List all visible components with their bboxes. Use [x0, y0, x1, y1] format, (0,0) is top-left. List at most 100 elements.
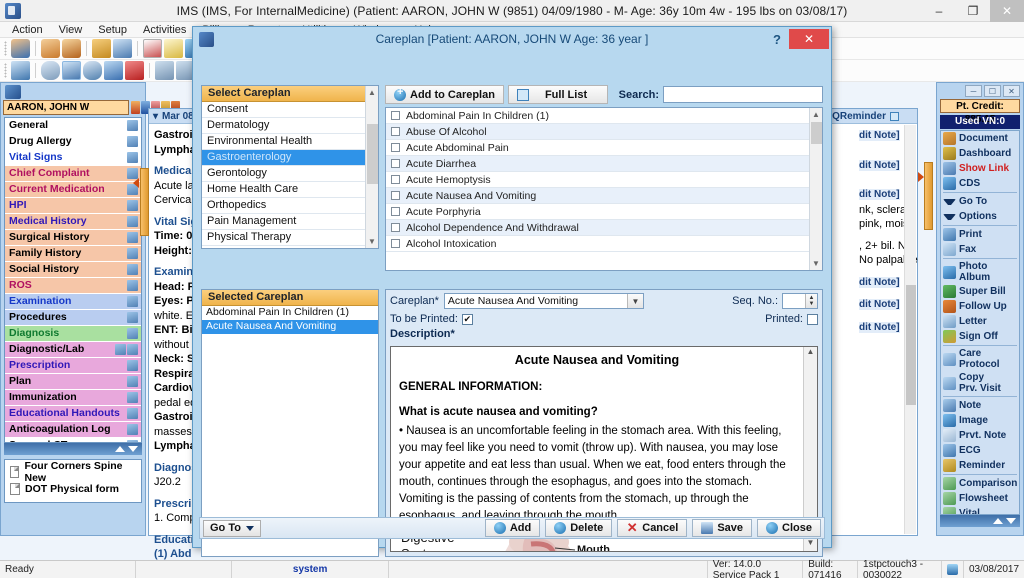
attachment-icon[interactable]: [115, 344, 126, 355]
right-item-care-protocol[interactable]: Care Protocol: [941, 347, 1019, 371]
heart-icon[interactable]: [125, 61, 144, 80]
chart-item-open-icon[interactable]: [127, 376, 138, 387]
inner-close-button[interactable]: ✕: [1003, 85, 1020, 97]
right-item-prvt-note[interactable]: Prvt. Note: [941, 428, 1019, 443]
select-careplan-list[interactable]: Consent Dermatology Environmental Health Ga…: [202, 102, 365, 248]
chart-item-surgical-history[interactable]: Surgical History: [5, 230, 141, 246]
scroll-down-icon[interactable]: ▼: [810, 257, 822, 270]
scroll-up-icon[interactable]: [993, 518, 1003, 524]
scroll-down-icon[interactable]: [128, 446, 138, 452]
right-item-reminder[interactable]: Reminder: [941, 458, 1019, 473]
chart-item-open-icon[interactable]: [127, 264, 138, 275]
careplan-checklist[interactable]: Abdominal Pain In Children (1) Abuse Of A…: [385, 107, 823, 271]
seq-no-stepper[interactable]: ▲ ▼: [782, 293, 818, 309]
right-item-cds[interactable]: CDS: [941, 176, 1019, 191]
scroll-up-icon[interactable]: [115, 446, 125, 452]
chart-item-ros[interactable]: ROS: [5, 278, 141, 294]
chart-item-examination[interactable]: Examination: [5, 294, 141, 310]
checklist-row[interactable]: Acute Hemoptysis: [386, 172, 809, 188]
chart-item-hpi[interactable]: HPI: [5, 198, 141, 214]
right-item-letter[interactable]: Letter: [941, 314, 1019, 329]
right-item-super-bill[interactable]: Super Bill: [941, 284, 1019, 299]
inner-minimize-button[interactable]: ─: [965, 85, 982, 97]
chart-item-open-icon[interactable]: [127, 392, 138, 403]
chart-item-open-icon[interactable]: [127, 408, 138, 419]
checkbox[interactable]: [391, 111, 400, 120]
status-tray-icon[interactable]: [942, 561, 964, 578]
right-item-comparison[interactable]: Comparison: [941, 476, 1019, 491]
chevron-down-icon[interactable]: ▼: [626, 294, 643, 308]
scroll-down-icon[interactable]: ▼: [804, 538, 817, 551]
scroll-thumb[interactable]: [811, 122, 822, 144]
add-patient-icon[interactable]: [41, 39, 60, 58]
right-list-scroller[interactable]: [940, 515, 1020, 527]
checkbox[interactable]: [391, 143, 400, 152]
chart-item-vital-signs[interactable]: Vital Signs: [5, 150, 141, 166]
right-item-note[interactable]: Note: [941, 398, 1019, 413]
checklist-row[interactable]: Abdominal Pain In Children (1): [386, 108, 809, 124]
chart-item-open-icon[interactable]: [127, 136, 138, 147]
prescription-icon[interactable]: [143, 39, 162, 58]
left-slide-tab[interactable]: [140, 168, 149, 236]
right-item-copy-prv-visit[interactable]: Copy Prv. Visit: [941, 371, 1019, 395]
careplan-category-home-health-care[interactable]: Home Health Care: [202, 182, 365, 198]
add-to-careplan-button[interactable]: Add to Careplan: [385, 85, 504, 104]
restore-button[interactable]: ❐: [956, 0, 990, 22]
chart-item-open-icon[interactable]: [127, 152, 138, 163]
chart-item-immunization[interactable]: Immunization: [5, 390, 141, 406]
scroll-up-icon[interactable]: ▲: [366, 86, 378, 99]
chart-item-diagnosis[interactable]: Diagnosis: [5, 326, 141, 342]
chart-item-open-icon[interactable]: [127, 328, 138, 339]
menu-setup[interactable]: Setup: [90, 24, 135, 36]
selected-careplan-item[interactable]: Acute Nausea And Vomiting: [202, 320, 378, 334]
scroll-down-icon[interactable]: ▼: [366, 235, 378, 248]
lab-flask-icon[interactable]: [164, 39, 183, 58]
delete-button[interactable]: Delete: [545, 519, 613, 537]
right-item-ecg[interactable]: ECG: [941, 443, 1019, 458]
checklist-row[interactable]: Abuse Of Alcohol: [386, 124, 809, 140]
note-text[interactable]: dit Note]: [859, 299, 900, 310]
checklist-scrollbar[interactable]: ▲ ▼: [809, 108, 822, 270]
right-item-vital[interactable]: Vital: [941, 506, 1019, 514]
careplan-category-dermatology[interactable]: Dermatology: [202, 118, 365, 134]
toolbar-grip[interactable]: [4, 41, 7, 56]
careplan-category-physical-therapy[interactable]: Physical Therapy: [202, 230, 365, 246]
right-item-image[interactable]: Image: [941, 413, 1019, 428]
checkbox[interactable]: [391, 175, 400, 184]
patient-icon[interactable]: [11, 39, 30, 58]
inner-restore-button[interactable]: ☐: [984, 85, 1001, 97]
checklist-row[interactable]: Acute Abdominal Pain: [386, 140, 809, 156]
note-scroll-thumb[interactable]: [906, 285, 916, 405]
right-item-fax[interactable]: Fax: [941, 242, 1019, 257]
rotate-icon[interactable]: [83, 61, 102, 80]
chart-item-general[interactable]: General: [5, 118, 141, 134]
note-text[interactable]: dit Note]: [859, 159, 900, 171]
current-note-icon[interactable]: [62, 61, 81, 80]
chart-list-scroller[interactable]: [4, 443, 142, 455]
chart-item-chief-complaint[interactable]: Chief Complaint: [5, 166, 141, 182]
menu-action[interactable]: Action: [4, 24, 51, 36]
selected-careplan-list[interactable]: Abdominal Pain In Children (1) Acute Naus…: [202, 306, 378, 334]
full-list-button[interactable]: Full List: [507, 85, 609, 104]
help-button[interactable]: ?: [768, 30, 786, 48]
selected-careplan-item[interactable]: Abdominal Pain In Children (1): [202, 306, 378, 320]
note-text[interactable]: dit Note]: [859, 130, 900, 141]
checkbox[interactable]: [391, 159, 400, 168]
careplan-category-pain-management[interactable]: Pain Management: [202, 214, 365, 230]
chart-item-plan[interactable]: Plan: [5, 374, 141, 390]
right-item-go-to[interactable]: Go To: [941, 194, 1019, 209]
left-slide-arrow-icon[interactable]: [133, 178, 139, 188]
chart-item-open-icon[interactable]: [127, 360, 138, 371]
collapse-icon[interactable]: ▾: [153, 111, 158, 122]
chart-item-medical-history[interactable]: Medical History: [5, 214, 141, 230]
toolbar-grip[interactable]: [4, 63, 7, 78]
dialog-close-button[interactable]: ✕: [789, 29, 829, 49]
scroll-down-icon[interactable]: [1006, 518, 1016, 524]
chart-section-list[interactable]: General Drug Allergy Vital Signs Chief Comp…: [4, 117, 142, 443]
note-text[interactable]: dit Note]: [859, 189, 900, 200]
right-slide-arrow-icon[interactable]: [918, 172, 924, 182]
edit-note-icon[interactable]: [113, 39, 132, 58]
close-dialog-button[interactable]: Close: [757, 519, 821, 537]
chart-item-open-icon[interactable]: [127, 296, 138, 307]
person-female-icon[interactable]: [131, 101, 140, 114]
